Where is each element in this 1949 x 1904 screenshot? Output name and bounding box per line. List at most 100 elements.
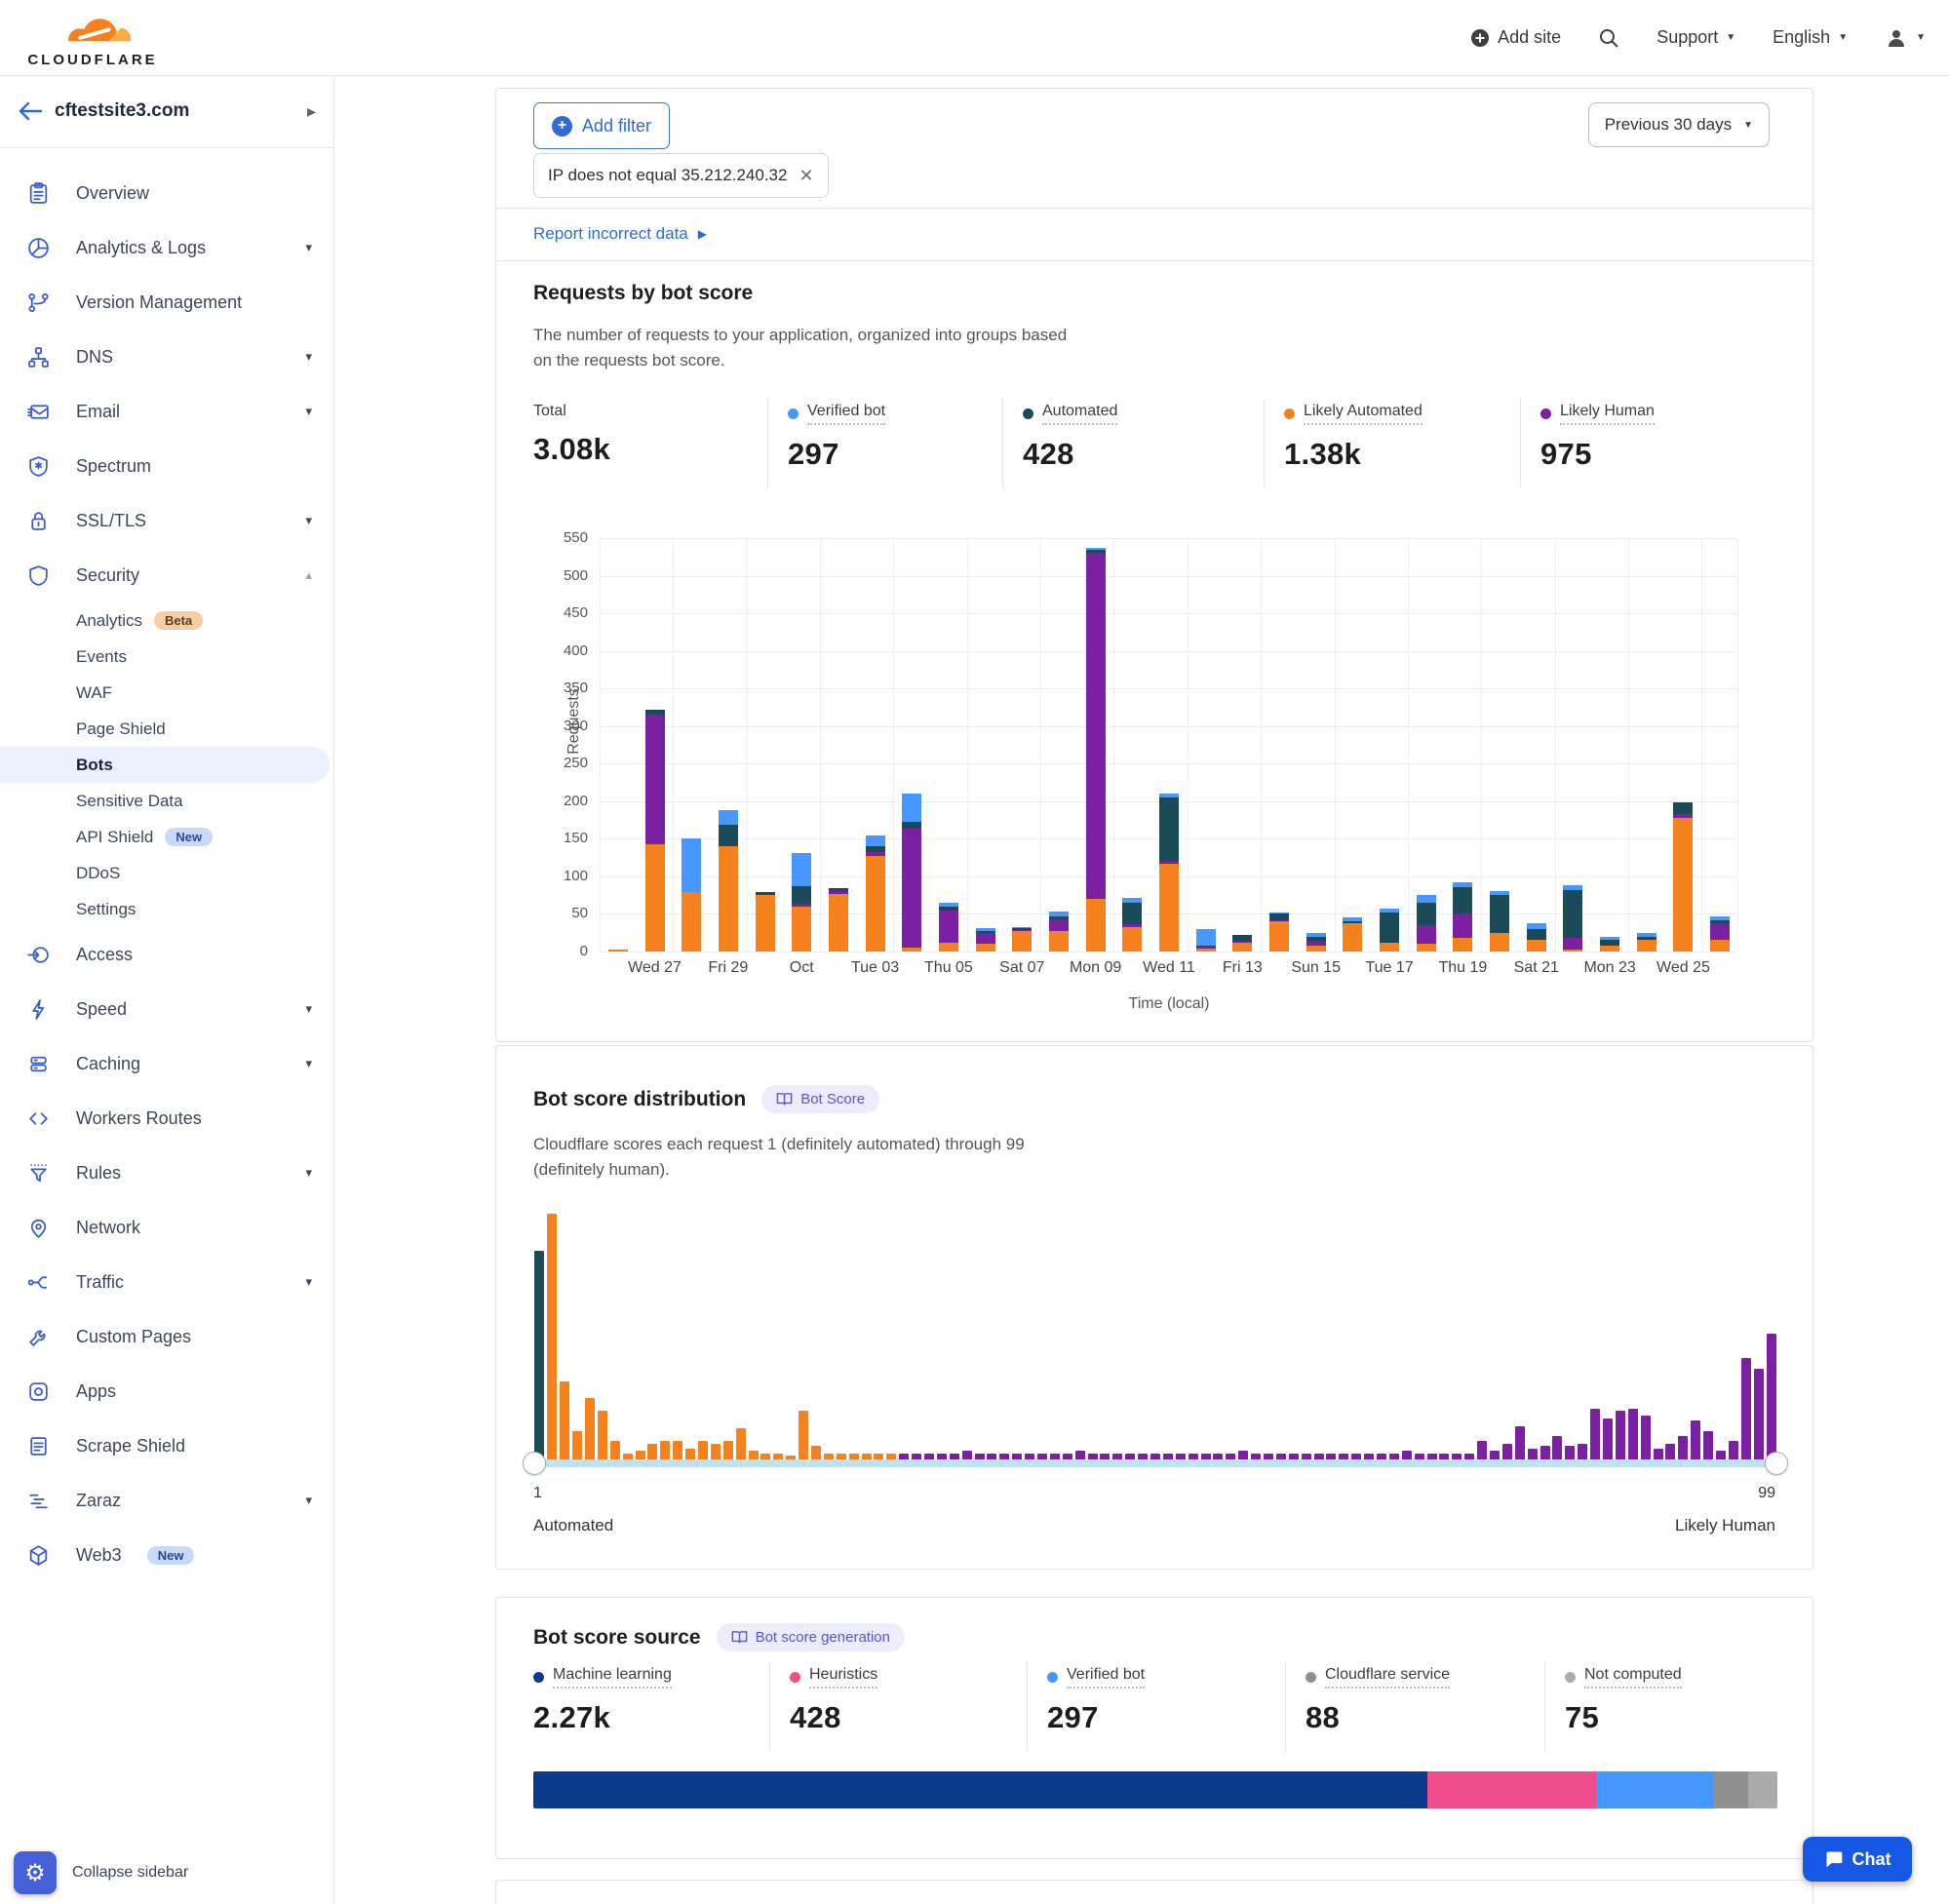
bar-segment-likely-automated[interactable] — [939, 943, 958, 952]
bar-segment-likely-human[interactable] — [1453, 913, 1472, 938]
sidebar-item-scrape-shield[interactable]: Scrape Shield — [0, 1418, 333, 1473]
bar-segment-likely-human[interactable] — [1196, 947, 1216, 949]
bar-segment-likely-automated[interactable] — [1453, 938, 1472, 952]
bar-segment-automated[interactable] — [866, 846, 885, 852]
sidebar-item-web3[interactable]: Web3New — [0, 1528, 333, 1582]
bar-segment-verified-bot[interactable] — [1563, 885, 1582, 890]
sidebar-item-events[interactable]: Events — [0, 639, 333, 675]
source-segment-not-computed[interactable] — [1748, 1771, 1777, 1808]
sidebar-item-version-management[interactable]: Version Management — [0, 275, 333, 330]
bar-segment-likely-human[interactable] — [1306, 941, 1326, 946]
language-menu[interactable]: English ▼ — [1773, 27, 1848, 48]
bar-segment-likely-human[interactable] — [1563, 938, 1582, 950]
histogram-bar-score-2[interactable] — [547, 1214, 557, 1463]
slider-handle-min[interactable] — [523, 1452, 546, 1475]
bar-segment-verified-bot[interactable] — [976, 928, 995, 931]
bar-segment-automated[interactable] — [902, 822, 921, 830]
histogram-bar-score-98[interactable] — [1754, 1369, 1764, 1463]
bar-segment-verified-bot[interactable] — [1159, 794, 1179, 797]
stat-label[interactable]: Verified bot — [788, 403, 1002, 425]
bar-segment-likely-automated[interactable] — [608, 950, 628, 952]
bar-segment-automated[interactable] — [1269, 913, 1289, 919]
bar-segment-likely-human[interactable] — [1710, 923, 1730, 941]
bar-segment-automated[interactable] — [1012, 928, 1032, 930]
bar-segment-automated[interactable] — [645, 710, 665, 715]
bar-segment-likely-automated[interactable] — [1673, 818, 1693, 952]
bar-segment-likely-human[interactable] — [1673, 814, 1693, 818]
bar-segment-likely-automated[interactable] — [1049, 931, 1069, 952]
bar-segment-verified-bot[interactable] — [1049, 912, 1069, 916]
bar-segment-likely-human[interactable] — [866, 852, 885, 856]
sidebar-item-zaraz[interactable]: Zaraz▾ — [0, 1473, 333, 1528]
bar-segment-automated[interactable] — [1306, 937, 1326, 942]
bar-segment-likely-automated[interactable] — [866, 856, 885, 952]
sidebar-item-page-shield[interactable]: Page Shield — [0, 711, 333, 747]
bar-segment-likely-human[interactable] — [976, 933, 995, 943]
bar-segment-likely-automated[interactable] — [1269, 921, 1289, 952]
bar-segment-automated[interactable] — [1563, 890, 1582, 938]
bar-segment-likely-human[interactable] — [1012, 930, 1032, 932]
bar-segment-likely-human[interactable] — [902, 829, 921, 948]
bar-segment-likely-automated[interactable] — [1232, 943, 1252, 952]
histogram-bar-score-99[interactable] — [1767, 1334, 1776, 1463]
sidebar-item-security[interactable]: Security▴ — [0, 548, 333, 602]
gear-icon[interactable]: ⚙ — [14, 1851, 57, 1894]
bar-segment-automated[interactable] — [1380, 913, 1399, 943]
bar-segment-likely-human[interactable] — [1049, 919, 1069, 931]
bar-segment-likely-automated[interactable] — [792, 907, 811, 952]
source-segment-machine-learning[interactable] — [533, 1771, 1427, 1808]
search-button[interactable] — [1598, 27, 1619, 49]
bar-segment-verified-bot[interactable] — [719, 810, 738, 825]
sidebar-item-access[interactable]: Access — [0, 927, 333, 982]
bar-segment-automated[interactable] — [1490, 895, 1509, 933]
stat-label[interactable]: Machine learning — [533, 1666, 769, 1689]
time-range-dropdown[interactable]: Previous 30 days ▼ — [1588, 102, 1770, 147]
bar-segment-automated[interactable] — [1527, 929, 1546, 941]
bar-segment-automated[interactable] — [1417, 903, 1436, 925]
bar-segment-likely-automated[interactable] — [1637, 940, 1657, 952]
bar-segment-likely-automated[interactable] — [1527, 940, 1546, 952]
bar-segment-likely-automated[interactable] — [1343, 923, 1362, 952]
sidebar-item-waf[interactable]: WAF — [0, 675, 333, 711]
bar-segment-automated[interactable] — [1232, 935, 1252, 941]
bar-segment-likely-automated[interactable] — [1710, 940, 1730, 952]
histogram-bar-score-89[interactable] — [1641, 1416, 1651, 1463]
chevron-right-icon[interactable]: ▸ — [307, 101, 316, 122]
bar-segment-likely-automated[interactable] — [1380, 943, 1399, 952]
bar-segment-likely-automated[interactable] — [645, 844, 665, 952]
bar-segment-verified-bot[interactable] — [1196, 929, 1216, 946]
bar-segment-verified-bot[interactable] — [866, 835, 885, 846]
bar-segment-likely-automated[interactable] — [1563, 950, 1582, 952]
sidebar-item-custom-pages[interactable]: Custom Pages — [0, 1309, 333, 1364]
bar-segment-likely-automated[interactable] — [1122, 927, 1142, 952]
chat-button[interactable]: Chat — [1803, 1837, 1912, 1882]
filter-chip[interactable]: IP does not equal 35.212.240.32 ✕ — [533, 153, 829, 198]
bar-segment-verified-bot[interactable] — [939, 903, 958, 907]
histogram-bar-score-17[interactable] — [736, 1428, 746, 1463]
bar-segment-verified-bot[interactable] — [1600, 937, 1619, 940]
bot-score-generation-badge[interactable]: Bot score generation — [717, 1623, 905, 1651]
sidebar-item-speed[interactable]: Speed▾ — [0, 982, 333, 1036]
score-range-slider[interactable] — [533, 1459, 1777, 1467]
bar-segment-likely-human[interactable] — [1159, 861, 1179, 863]
bar-segment-likely-human[interactable] — [939, 911, 958, 943]
histogram-bar-score-5[interactable] — [585, 1398, 595, 1463]
sidebar-item-ddos[interactable]: DDoS — [0, 855, 333, 891]
sidebar-item-rules[interactable]: Rules▾ — [0, 1146, 333, 1200]
histogram-bar-score-85[interactable] — [1590, 1409, 1600, 1463]
bar-segment-likely-human[interactable] — [829, 891, 848, 894]
bar-segment-automated[interactable] — [792, 886, 811, 905]
bar-segment-likely-human[interactable] — [1417, 925, 1436, 944]
bar-segment-automated[interactable] — [1049, 916, 1069, 919]
bar-segment-automated[interactable] — [1637, 937, 1657, 941]
sidebar-item-dns[interactable]: DNS▾ — [0, 330, 333, 384]
source-segment-heuristics[interactable] — [1427, 1771, 1596, 1808]
bar-segment-verified-bot[interactable] — [792, 853, 811, 886]
bot-score-badge[interactable]: Bot Score — [761, 1085, 879, 1113]
histogram-bar-score-94[interactable] — [1703, 1431, 1713, 1463]
bar-segment-automated[interactable] — [719, 825, 738, 846]
histogram-bar-score-97[interactable] — [1741, 1358, 1751, 1463]
bar-segment-likely-human[interactable] — [645, 715, 665, 844]
bar-segment-likely-automated[interactable] — [976, 944, 995, 952]
bar-segment-likely-human[interactable] — [1232, 941, 1252, 943]
